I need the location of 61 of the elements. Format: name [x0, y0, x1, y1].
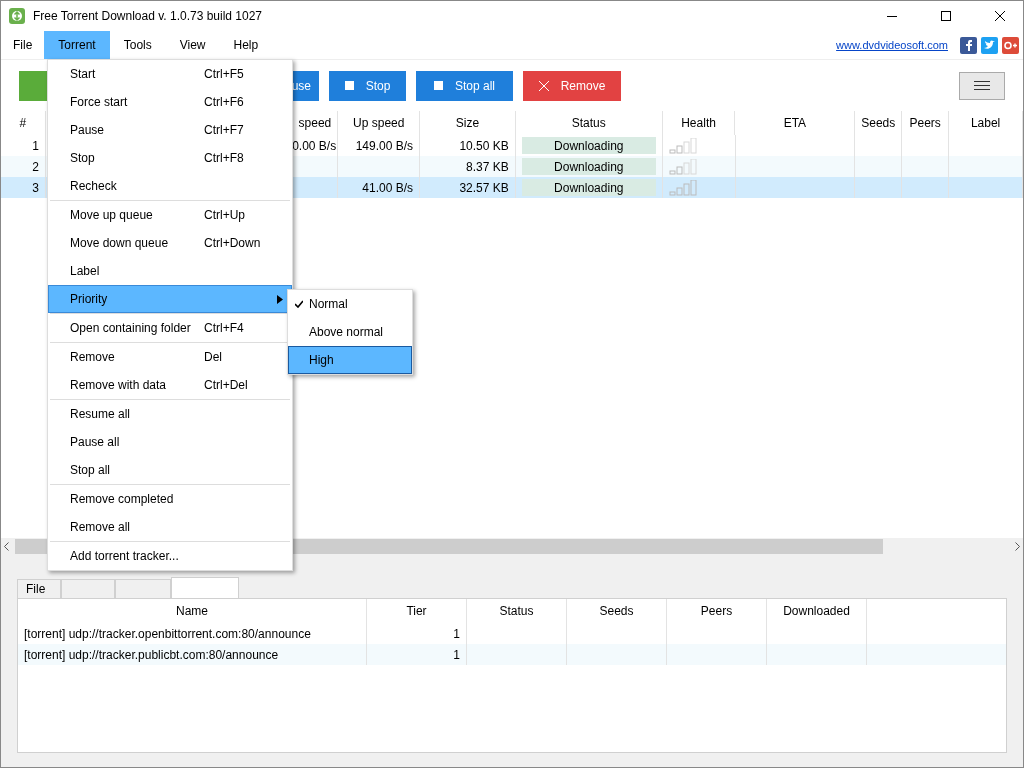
add-button[interactable]	[19, 70, 47, 101]
table-cell: 1	[453, 626, 460, 641]
google-plus-icon[interactable]	[1002, 36, 1019, 54]
table-cell: 8.37 KB	[466, 159, 509, 174]
menu-icon	[974, 81, 990, 90]
menu-item[interactable]: Move up queue Ctrl+Up	[48, 201, 292, 229]
menu-item[interactable]: Label	[48, 257, 292, 285]
table-cell: 1	[453, 647, 460, 662]
stop-button[interactable]: Stop all	[416, 70, 513, 101]
menu-item[interactable]: Remove completed	[48, 485, 292, 513]
table-cell: [torrent] udp://tracker.openbittorrent.com:80/announce	[24, 626, 311, 641]
window-title: Free Torrent Download v. 1.0.73 build 1027	[33, 9, 264, 23]
menu-item[interactable]: Remove with data Ctrl+Del	[48, 371, 292, 399]
maximize-icon[interactable]	[941, 11, 951, 21]
table-cell: 32.57 KB	[459, 180, 509, 195]
stop-icon	[434, 81, 443, 90]
status-badge: Downloading	[521, 158, 656, 175]
menu-item[interactable]: Resume all	[48, 400, 292, 428]
menu-item[interactable]: Tools	[109, 31, 166, 59]
menu-item[interactable]: High	[288, 346, 412, 374]
close-icon[interactable]	[995, 11, 1005, 21]
stop-button[interactable]: Stop	[329, 70, 406, 101]
bird-icon[interactable]	[981, 36, 998, 54]
menu-item[interactable]: Torrent	[44, 31, 110, 59]
stop-icon	[344, 81, 354, 90]
table-cell: [torrent] udp://tracker.publicbt.com:80/announce	[24, 647, 279, 662]
health-bars-icon	[668, 179, 699, 196]
health-bars-icon	[668, 158, 699, 175]
menu-item[interactable]: Add torrent tracker...	[48, 542, 292, 570]
facebook-icon[interactable]	[960, 36, 977, 54]
table-cell: 149.00 B/s	[355, 138, 413, 153]
tab[interactable]: File	[17, 579, 61, 598]
website-link[interactable]: www.dvdvideosoft.com	[836, 39, 948, 51]
menu-item[interactable]: File	[1, 31, 45, 59]
table-cell: 41.00 B/s	[362, 180, 413, 195]
table-row[interactable]: [torrent] udp://tracker.publicbt.com:80/announce 1	[18, 644, 1006, 665]
menu-item[interactable]: Stop all	[48, 456, 292, 484]
menu-item[interactable]: View	[165, 31, 220, 59]
menu-item[interactable]: Help	[219, 31, 273, 59]
menu-item[interactable]: Start Ctrl+F5	[48, 60, 292, 88]
checkmark-icon	[295, 300, 303, 308]
menu-item[interactable]: Remove all	[48, 513, 292, 541]
status-badge: Downloading	[521, 137, 656, 154]
minimize-icon[interactable]	[887, 15, 897, 17]
menu-item[interactable]: Priority	[48, 285, 292, 313]
menu-item[interactable]: Force start Ctrl+F6	[48, 88, 292, 116]
menu-item[interactable]: Pause all	[48, 428, 292, 456]
health-bars-icon	[668, 137, 699, 154]
table-cell: 10.50 KB	[459, 138, 509, 153]
status-badge: Downloading	[521, 179, 656, 196]
close-icon	[538, 80, 549, 91]
row-number: 2	[32, 159, 39, 174]
app-logo-icon	[9, 8, 25, 24]
table-cell: 0.00 B/s	[292, 138, 337, 153]
row-number: 1	[32, 138, 39, 153]
row-number: 3	[32, 180, 39, 195]
menu-item[interactable]: Move down queue Ctrl+Down	[48, 229, 292, 257]
remove-button[interactable]: Remove	[523, 70, 621, 101]
menu-button[interactable]	[959, 71, 1005, 100]
scroll-left-icon[interactable]	[4, 542, 9, 551]
scroll-right-icon[interactable]	[1015, 542, 1020, 551]
